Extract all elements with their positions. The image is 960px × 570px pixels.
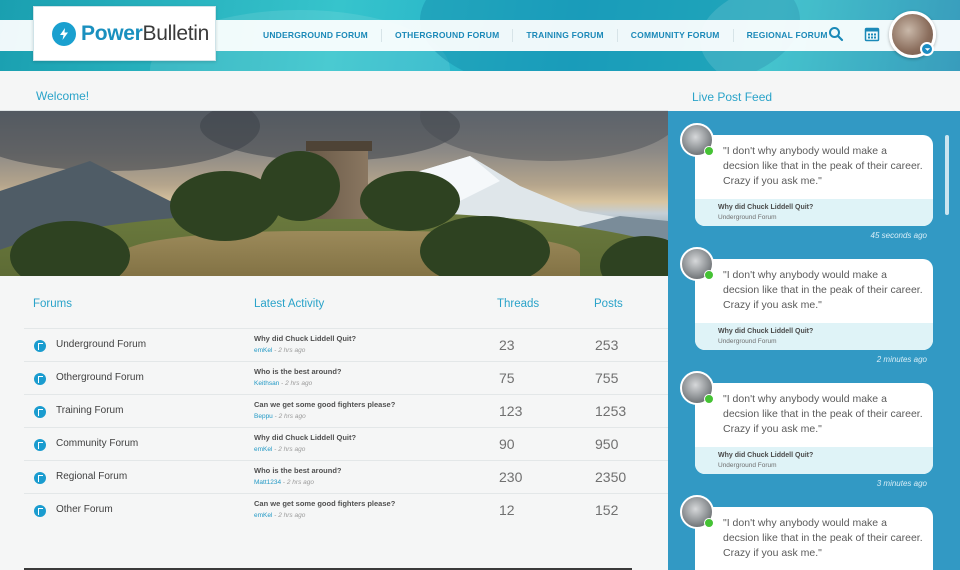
post-timestamp: 2 minutes ago (876, 355, 927, 364)
forum-icon (34, 406, 46, 418)
lightning-bolt-icon (52, 21, 76, 46)
thread-count: 123 (499, 403, 523, 419)
post-forum-name: Underground Forum (718, 462, 777, 469)
forum-icon (34, 340, 46, 352)
table-row[interactable]: Underground Forum Why did Chuck Liddell … (24, 328, 668, 361)
post-thread-ref[interactable]: Why did Chuck Liddell Quit? Underground … (695, 323, 933, 350)
thread-count: 230 (499, 469, 523, 485)
col-header-threads: Threads (497, 298, 540, 310)
forum-name[interactable]: Underground Forum (56, 339, 146, 350)
post-timestamp: 45 seconds ago (870, 231, 928, 240)
post-count: 1253 (595, 403, 627, 419)
post-quote: "I don't why anybody would make a decsio… (723, 517, 923, 559)
nav-item-regional-forum[interactable]: Regional Forum (734, 29, 841, 42)
latest-thread-meta: Beppu - 2 hrs ago (254, 413, 306, 420)
latest-thread-meta: Matt1234 - 2 hrs ago (254, 479, 314, 486)
nav-item-otherground-forum[interactable]: Otherground Forum (382, 29, 514, 42)
table-row[interactable]: Regional Forum Who is the best around? M… (24, 460, 668, 493)
latest-thread-meta: Keithsan - 2 hrs ago (254, 380, 313, 387)
forum-name[interactable]: Other Forum (56, 504, 113, 515)
forum-name[interactable]: Training Forum (56, 405, 123, 416)
post-count: 253 (595, 337, 619, 353)
hero-landscape-image (0, 111, 668, 276)
post-bubble[interactable]: "I don't why anybody would make a decsio… (695, 259, 933, 350)
post-count: 152 (595, 502, 619, 518)
logo[interactable]: PowerBulletin (33, 6, 216, 61)
table-row[interactable]: Community Forum Why did Chuck Liddell Qu… (24, 427, 668, 460)
logo-text: PowerBulletin (81, 21, 210, 45)
nav-item-training-forum[interactable]: Training Forum (513, 29, 618, 42)
forum-name[interactable]: Regional Forum (56, 471, 127, 482)
online-status-icon (704, 270, 714, 280)
thread-count: 12 (499, 502, 515, 518)
col-header-forums: Forums (33, 298, 72, 310)
latest-thread-title[interactable]: Why did Chuck Liddell Quit? (254, 334, 356, 343)
latest-thread-meta: emKel - 2 hrs ago (254, 347, 306, 354)
forum-name[interactable]: Otherground Forum (56, 372, 144, 383)
latest-thread-user[interactable]: emKel (254, 446, 272, 453)
latest-thread-title[interactable]: Can we get some good fighters please? (254, 400, 395, 409)
latest-thread-meta: emKel - 2 hrs ago (254, 512, 306, 519)
latest-thread-user[interactable]: emKel (254, 512, 272, 519)
welcome-heading: Welcome! (36, 89, 90, 103)
forum-icon (34, 472, 46, 484)
latest-thread-title[interactable]: Can we get some good fighters please? (254, 499, 395, 508)
calendar-icon[interactable] (864, 26, 880, 42)
table-row[interactable]: Otherground Forum Who is the best around… (24, 361, 668, 394)
nav-item-community-forum[interactable]: Community Forum (618, 29, 734, 42)
forum-name[interactable]: Community Forum (56, 438, 138, 449)
forum-icon (34, 373, 46, 385)
post-thread-ref[interactable]: Why did Chuck Liddell Quit? Underground … (695, 447, 933, 474)
latest-thread-user[interactable]: Keithsan (254, 380, 279, 387)
online-status-icon (704, 394, 714, 404)
online-status-icon (704, 518, 714, 528)
post-forum-name: Underground Forum (718, 338, 777, 345)
latest-thread-title[interactable]: Who is the best around? (254, 466, 342, 475)
post-count: 950 (595, 436, 619, 452)
post-thread-ref[interactable]: Why did Chuck Liddell Quit? Underground … (695, 199, 933, 226)
table-row[interactable]: Other Forum Can we get some good fighter… (24, 493, 668, 526)
search-icon[interactable] (828, 26, 844, 42)
feed-title: Live Post Feed (692, 90, 773, 104)
col-header-latest-activity: Latest Activity (254, 298, 325, 310)
post-bubble[interactable]: "I don't why anybody would make a decsio… (695, 383, 933, 474)
latest-thread-user[interactable]: Matt1234 (254, 479, 281, 486)
post-count: 755 (595, 370, 619, 386)
online-status-icon (704, 146, 714, 156)
nav-item-underground-forum[interactable]: Underground Forum (250, 29, 382, 42)
post-forum-name: Underground Forum (718, 214, 777, 221)
post-bubble[interactable]: "I don't why anybody would make a decsio… (695, 135, 933, 226)
post-quote: "I don't why anybody would make a decsio… (723, 269, 923, 311)
col-header-posts: Posts (594, 298, 623, 310)
post-thread-title[interactable]: Why did Chuck Liddell Quit? (718, 328, 813, 335)
feed-scrollbar[interactable] (945, 135, 949, 215)
post-count: 2350 (595, 469, 627, 485)
latest-thread-title[interactable]: Who is the best around? (254, 367, 342, 376)
post-thread-title[interactable]: Why did Chuck Liddell Quit? (718, 204, 813, 211)
thread-count: 23 (499, 337, 515, 353)
post-timestamp: 3 minutes ago (876, 479, 927, 488)
post-quote: "I don't why anybody would make a decsio… (723, 145, 923, 187)
latest-thread-title[interactable]: Why did Chuck Liddell Quit? (254, 433, 356, 442)
table-row[interactable]: Training Forum Can we get some good figh… (24, 394, 668, 427)
thread-count: 90 (499, 436, 515, 452)
main-nav: Underground Forum Otherground Forum Trai… (250, 20, 841, 51)
latest-thread-user[interactable]: emKel (254, 347, 272, 354)
post-bubble[interactable]: "I don't why anybody would make a decsio… (695, 507, 933, 570)
latest-thread-user[interactable]: Beppu (254, 413, 273, 420)
post-quote: "I don't why anybody would make a decsio… (723, 393, 923, 435)
forum-icon (34, 439, 46, 451)
post-thread-title[interactable]: Why did Chuck Liddell Quit? (718, 452, 813, 459)
forum-icon (34, 505, 46, 517)
thread-count: 75 (499, 370, 515, 386)
latest-thread-meta: emKel - 2 hrs ago (254, 446, 306, 453)
chevron-down-icon[interactable] (920, 42, 934, 56)
